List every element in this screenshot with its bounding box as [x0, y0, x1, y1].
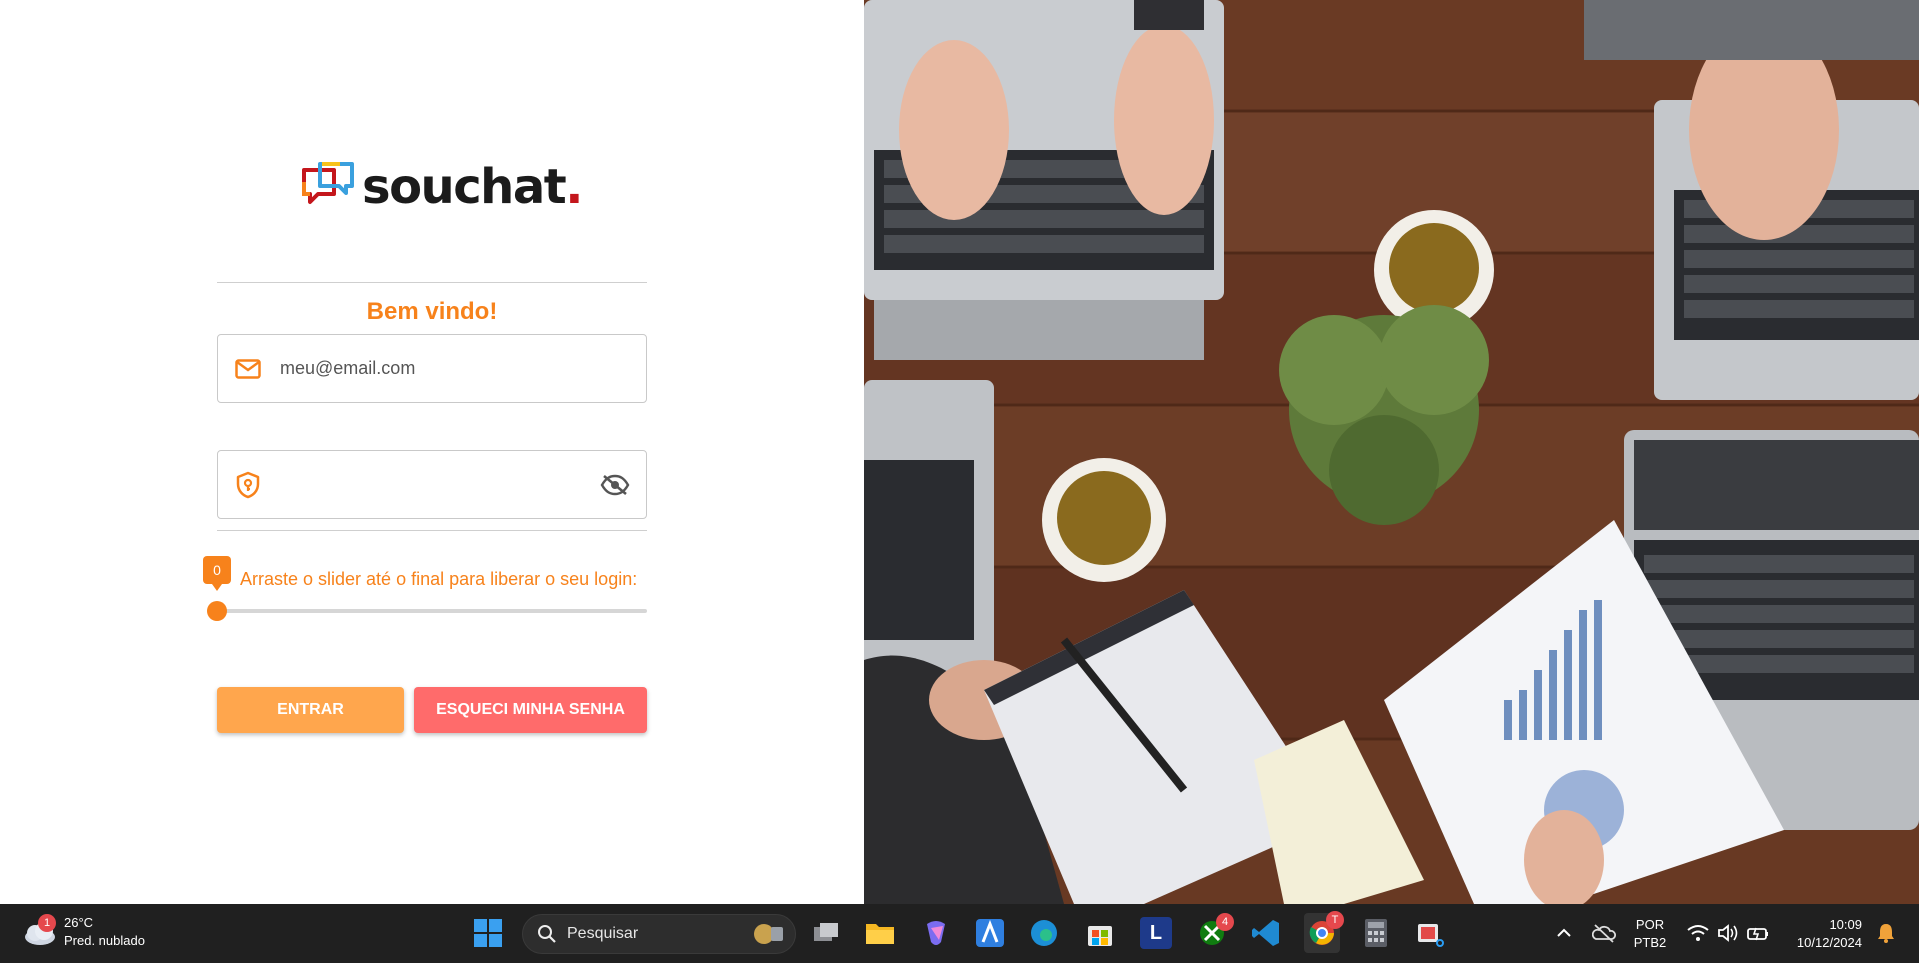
password-field[interactable]	[217, 450, 647, 519]
logo-wordmark: souchat.	[362, 159, 583, 215]
mail-icon	[234, 355, 262, 383]
start-icon[interactable]	[472, 917, 504, 949]
login-panel: souchat. Bem vindo! 0 Arraste o slider a…	[0, 0, 864, 904]
weather-widget[interactable]: 1 26°C Pred. nublado	[22, 914, 145, 950]
xbox-icon[interactable]: 4	[1196, 913, 1234, 949]
windows-taskbar: 1 26°C Pred. nublado Pesquisar L 4 T POR…	[0, 904, 1919, 963]
clock-time: 10:09	[1829, 917, 1862, 932]
email-field[interactable]	[217, 334, 647, 403]
task-view-icon[interactable]	[810, 917, 842, 949]
chrome-icon[interactable]: T	[1304, 911, 1344, 953]
language-code: POR	[1635, 917, 1665, 932]
wifi-icon[interactable]	[1682, 917, 1714, 949]
volume-icon[interactable]	[1712, 917, 1744, 949]
welcome-heading: Bem vindo!	[366, 298, 498, 325]
vscode-icon[interactable]	[1250, 917, 1282, 949]
top-divider	[217, 282, 647, 283]
toggle-visibility-eye-icon[interactable]	[600, 470, 630, 500]
weather-temperature: 26°C	[64, 915, 94, 930]
onedrive-off-icon[interactable]	[1588, 917, 1620, 949]
edge-icon[interactable]	[1028, 917, 1060, 949]
password-input[interactable]	[280, 474, 600, 495]
app-a-icon[interactable]	[974, 917, 1006, 949]
xbox-badge: 4	[1216, 913, 1234, 931]
file-explorer-icon[interactable]	[864, 917, 896, 949]
calculator-icon[interactable]	[1360, 917, 1392, 949]
weather-badge: 1	[38, 914, 56, 932]
search-highlight-icon	[753, 921, 785, 947]
notification-bell-icon[interactable]	[1870, 917, 1902, 949]
clock-date: 10/12/2024	[1796, 935, 1862, 950]
email-input[interactable]	[280, 358, 646, 379]
souchat-logo: souchat.	[300, 159, 583, 215]
l-app-icon[interactable]: L	[1140, 917, 1172, 949]
login-slider-thumb[interactable]	[207, 601, 227, 621]
keyboard-layout: PTB2	[1633, 935, 1667, 950]
taskbar-search[interactable]: Pesquisar	[522, 914, 796, 954]
office-desk-photo	[864, 0, 1919, 904]
store-icon[interactable]	[1084, 917, 1116, 949]
language-indicator[interactable]: POR PTB2	[1630, 916, 1670, 952]
cloud-icon: 1	[22, 914, 58, 947]
forgot-password-button[interactable]: ESQUECI MINHA SENHA	[414, 687, 647, 733]
copilot-icon[interactable]	[920, 917, 952, 949]
snipping-tool-icon[interactable]	[1414, 917, 1446, 949]
chat-bubbles-logo-icon	[302, 162, 354, 204]
login-slider-track[interactable]	[217, 609, 647, 613]
weather-description: Pred. nublado	[64, 933, 145, 948]
slider-divider	[217, 530, 647, 531]
clock[interactable]: 10:09 10/12/2024	[1782, 916, 1862, 952]
show-hidden-icons-chevron-icon[interactable]	[1548, 917, 1580, 949]
search-icon	[537, 924, 557, 944]
slider-instruction: Arraste o slider até o final para libera…	[240, 569, 638, 589]
battery-icon[interactable]	[1742, 917, 1774, 949]
shield-key-icon	[234, 471, 262, 499]
enter-button[interactable]: ENTRAR	[217, 687, 404, 733]
slider-value-bubble: 0	[203, 556, 231, 591]
chrome-badge: T	[1326, 911, 1344, 929]
search-label: Pesquisar	[567, 925, 639, 942]
